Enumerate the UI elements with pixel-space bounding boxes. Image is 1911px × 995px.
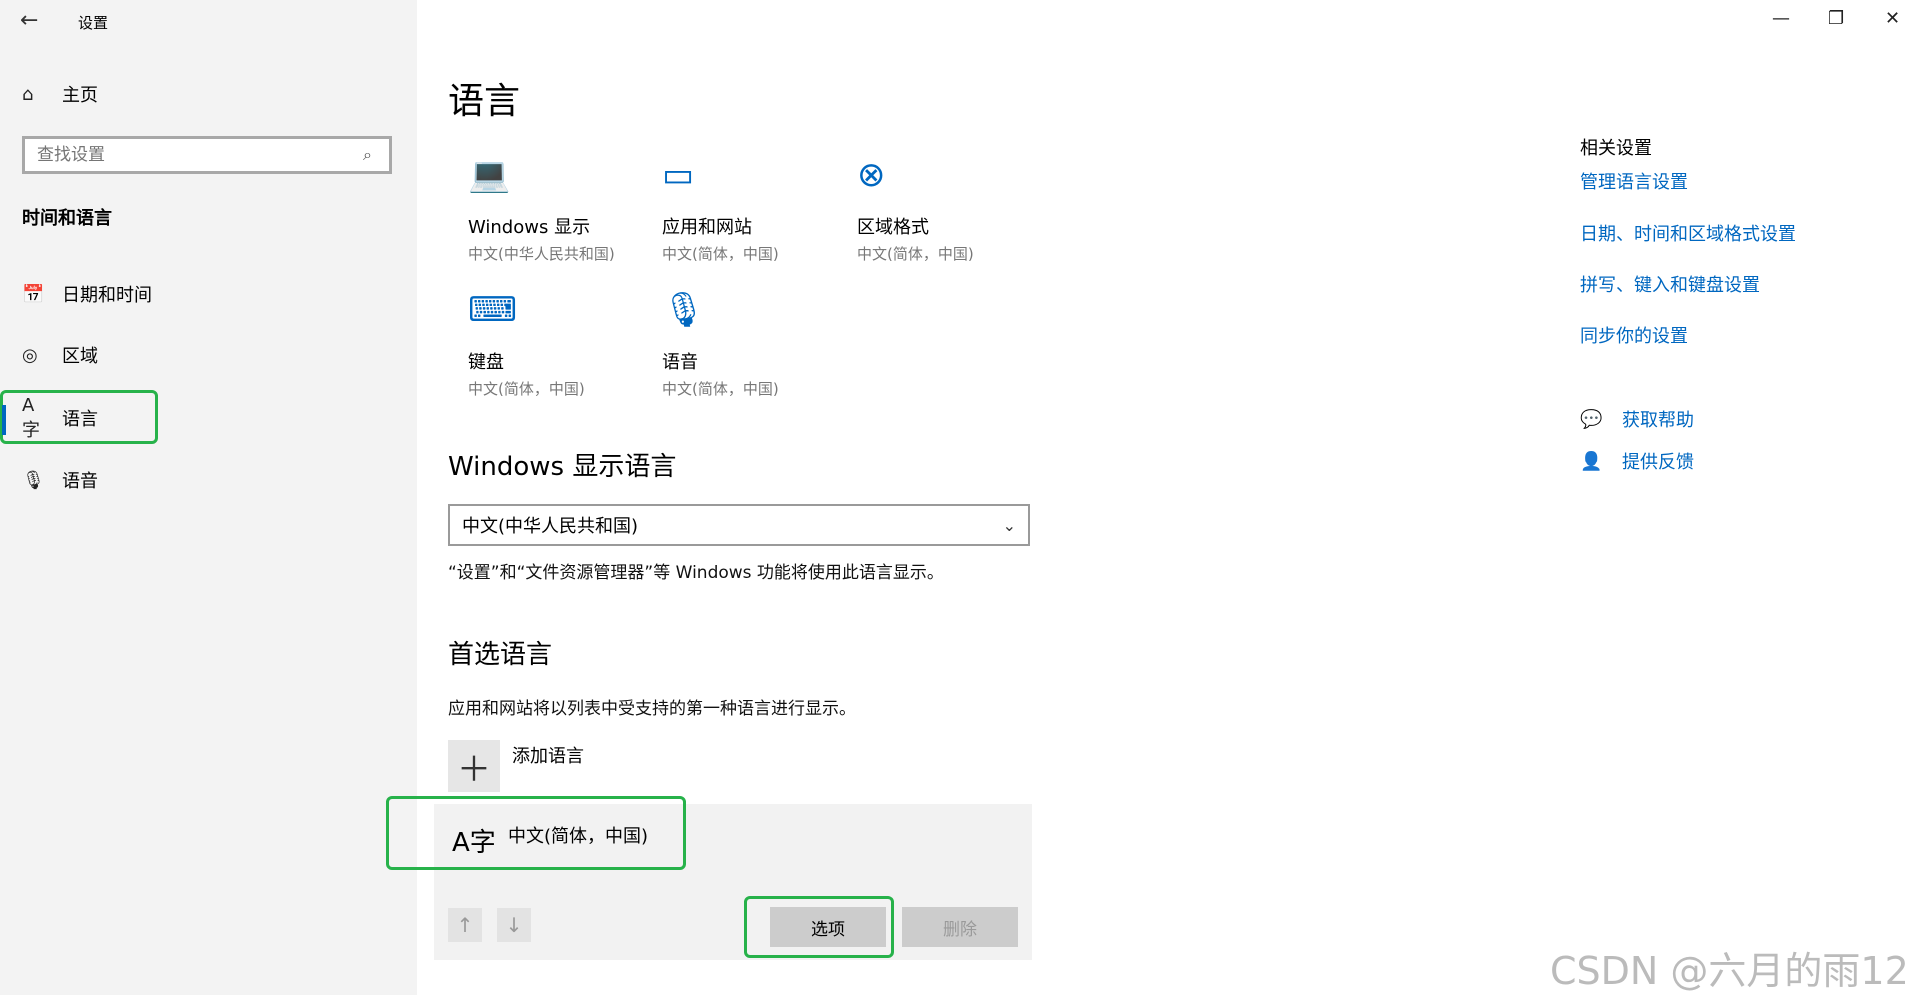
display-language-heading: Windows 显示语言: [448, 452, 677, 482]
search-icon[interactable]: ⌕: [363, 145, 372, 165]
home-icon: ⌂: [22, 83, 34, 105]
delete-button[interactable]: 删除: [902, 907, 1018, 947]
sidebar-item-home[interactable]: ⌂ 主页: [22, 80, 98, 108]
feedback-link[interactable]: 提供反馈: [1622, 448, 1694, 474]
minimize-icon[interactable]: —: [1772, 8, 1790, 29]
tile-speech[interactable]: 🎙 语音 中文(简体，中国): [662, 290, 842, 399]
window-icon: ▭: [662, 155, 695, 195]
move-down-button[interactable]: ↓: [497, 908, 531, 942]
close-icon[interactable]: ✕: [1885, 8, 1900, 29]
page-title: 语言: [448, 81, 521, 122]
preferred-language-heading: 首选语言: [448, 640, 553, 670]
display-language-note: “设置”和“文件资源管理器”等 Windows 功能将使用此语言显示。: [448, 563, 944, 583]
display-language-dropdown[interactable]: 中文(中华人民共和国) ⌄: [448, 504, 1030, 546]
selection-indicator: [2, 405, 6, 435]
tile-apps-websites[interactable]: ▭ 应用和网站 中文(简体，中国): [662, 155, 842, 264]
feedback-icon: 👤: [1580, 450, 1603, 472]
plus-icon: ＋: [457, 749, 491, 790]
preferred-language-desc: 应用和网站将以列表中受支持的第一种语言进行显示。: [448, 699, 856, 719]
keyboard-icon: ⌨: [468, 290, 518, 330]
sidebar-item-label: 语音: [62, 471, 98, 492]
globe-settings-icon: ⊗: [857, 155, 886, 195]
tile-title: Windows 显示: [468, 217, 591, 238]
annotation-box-language-item: [386, 796, 686, 870]
section-title: 时间和语言: [22, 208, 112, 229]
tile-title: 区域格式: [857, 217, 929, 238]
annotation-box-options: [744, 896, 894, 958]
tile-title: 应用和网站: [662, 217, 752, 238]
calendar-clock-icon: 📅: [22, 283, 45, 305]
link-spelling-typing-keyboard[interactable]: 拼写、键入和键盘设置: [1580, 271, 1760, 297]
microphone-icon: 🎙: [662, 290, 706, 330]
sidebar-item-region[interactable]: ◎ 区域: [22, 341, 98, 369]
move-up-button[interactable]: ↑: [448, 908, 482, 942]
laptop-icon: 💻: [468, 155, 511, 195]
get-help-link[interactable]: 获取帮助: [1622, 406, 1694, 432]
chevron-down-icon: ⌄: [1002, 515, 1016, 535]
dropdown-value: 中文(中华人民共和国): [462, 516, 639, 537]
sidebar-item-speech[interactable]: 🎙 语音: [22, 466, 98, 494]
help-chat-icon: 💬: [1580, 408, 1603, 430]
restore-icon[interactable]: ❐: [1828, 8, 1844, 29]
sidebar-item-language[interactable]: A字 语言: [22, 395, 98, 441]
watermark: CSDN @六月的雨123: [1550, 949, 1911, 993]
feedback-row[interactable]: 👤 提供反馈: [1580, 448, 1694, 474]
app-title: 设置: [78, 14, 109, 32]
link-date-time-region[interactable]: 日期、时间和区域格式设置: [1580, 220, 1796, 246]
arrow-down-icon: ↓: [505, 913, 523, 937]
tile-regional-format[interactable]: ⊗ 区域格式 中文(简体，中国): [857, 155, 1037, 264]
sidebar-item-label: 语言: [62, 409, 98, 430]
tile-windows-display[interactable]: 💻 Windows 显示 中文(中华人民共和国): [468, 155, 648, 264]
sidebar-item-label: 主页: [62, 85, 98, 106]
tile-subtitle: 中文(简体，中国): [857, 245, 974, 263]
tile-keyboard[interactable]: ⌨ 键盘 中文(简体，中国): [468, 290, 648, 399]
tile-title: 键盘: [468, 352, 504, 373]
add-language-label[interactable]: 添加语言: [512, 742, 584, 768]
sidebar-item-date-time[interactable]: 📅 日期和时间: [22, 280, 152, 308]
get-help-row[interactable]: 💬 获取帮助: [1580, 406, 1694, 432]
tile-subtitle: 中文(简体，中国): [662, 380, 779, 398]
sidebar-item-label: 区域: [62, 346, 98, 367]
microphone-icon: 🎙: [22, 469, 45, 491]
related-settings-title: 相关设置: [1580, 138, 1652, 159]
tile-subtitle: 中文(中华人民共和国): [468, 245, 615, 263]
search-input[interactable]: [35, 144, 359, 166]
back-arrow-icon[interactable]: ←: [20, 8, 38, 33]
globe-icon: ◎: [22, 344, 38, 366]
sidebar-item-label: 日期和时间: [62, 285, 152, 306]
tile-subtitle: 中文(简体，中国): [662, 245, 779, 263]
link-sync-settings[interactable]: 同步你的设置: [1580, 322, 1688, 348]
tile-title: 语音: [662, 352, 698, 373]
link-manage-language[interactable]: 管理语言设置: [1580, 168, 1688, 194]
tile-subtitle: 中文(简体，中国): [468, 380, 585, 398]
search-box[interactable]: ⌕: [22, 136, 392, 174]
arrow-up-icon: ↑: [456, 913, 474, 937]
language-icon: A字: [22, 394, 40, 441]
add-language-button[interactable]: ＋: [448, 740, 500, 792]
